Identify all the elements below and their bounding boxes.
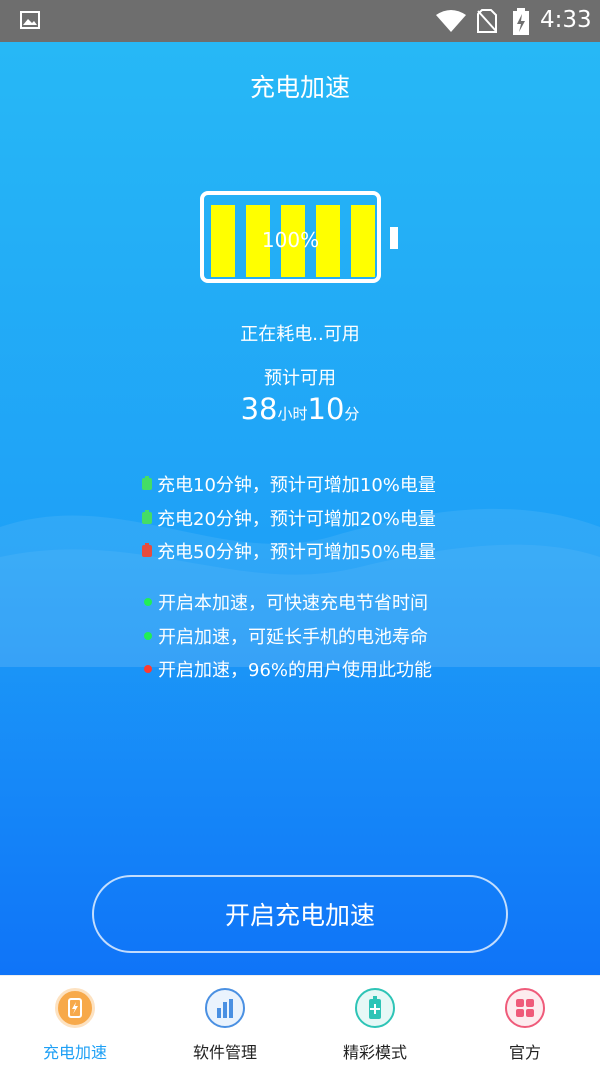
battery-tip — [390, 227, 398, 249]
charge-icon — [55, 988, 95, 1028]
start-charge-boost-button[interactable]: 开启充电加速 — [92, 875, 508, 953]
wifi-icon — [436, 10, 466, 32]
feature-tip: 开启加速，可延长手机的电池寿命 — [142, 624, 428, 648]
tab-wonderful-mode[interactable]: 精彩模式 — [300, 976, 450, 1068]
tab-official[interactable]: 官方 — [450, 976, 600, 1068]
grid-icon — [505, 988, 545, 1028]
estimate-label: 预计可用 — [264, 368, 336, 389]
charge-tip-text: 充电50分钟，预计可增加50%电量 — [157, 542, 436, 563]
estimate-minutes-unit: 分 — [344, 405, 360, 423]
charge-tip: 充电50分钟，预计可增加50%电量 — [142, 539, 436, 563]
bullet-dot-icon — [144, 665, 152, 673]
charge-tip-text: 充电20分钟，预计可增加20%电量 — [157, 509, 436, 530]
no-sim-icon — [477, 9, 497, 33]
bullet-dot-icon — [144, 598, 152, 606]
battery-gauge: 100% — [200, 191, 381, 283]
battery-percent: 100% — [261, 228, 320, 252]
estimate-time: 38小时10分 — [0, 392, 600, 426]
charge-tip: 充电20分钟，预计可增加20%电量 — [142, 506, 436, 530]
charge-tip: 充电10分钟，预计可增加10%电量 — [142, 472, 436, 496]
feature-tip: 开启本加速，可快速充电节省时间 — [142, 590, 428, 614]
status-bar: 4:33 — [0, 0, 600, 42]
mini-battery-icon — [142, 476, 152, 490]
feature-tip-text: 开启加速，可延长手机的电池寿命 — [158, 627, 428, 648]
tab-label: 精彩模式 — [342, 1043, 407, 1062]
tab-label: 充电加速 — [42, 1043, 107, 1062]
estimate-hours: 38 — [240, 392, 278, 426]
clock: 4:33 — [540, 7, 592, 33]
mini-battery-icon — [142, 510, 152, 524]
battery-charging-icon — [513, 8, 529, 35]
bottom-tab-bar: 充电加速 软件管理 精彩模式 官方 — [0, 975, 600, 1068]
estimate-minutes: 10 — [307, 392, 345, 426]
tab-charge-boost[interactable]: 充电加速 — [0, 976, 150, 1068]
feature-tip-text: 开启本加速，可快速充电节省时间 — [158, 593, 428, 614]
tab-label: 官方 — [508, 1043, 541, 1062]
battery-mode-icon — [355, 988, 395, 1028]
feature-tip: 开启加速，96%的用户使用此功能 — [142, 657, 432, 681]
main-panel: 充电加速 100% 正在耗电..可用 预计可用 38小时10分 充电10分钟，预… — [0, 42, 600, 975]
bullet-dot-icon — [144, 632, 152, 640]
feature-tip-text: 开启加速，96%的用户使用此功能 — [158, 660, 433, 681]
charge-tip-text: 充电10分钟，预计可增加10%电量 — [157, 475, 436, 496]
page-title: 充电加速 — [249, 73, 350, 102]
bar-chart-icon — [205, 988, 245, 1028]
mini-battery-icon — [142, 543, 152, 557]
estimate-hours-unit: 小时 — [277, 405, 308, 423]
tab-label: 软件管理 — [192, 1043, 257, 1062]
tab-software-management[interactable]: 软件管理 — [150, 976, 300, 1068]
image-icon — [20, 11, 40, 29]
battery-status-text: 正在耗电..可用 — [240, 324, 360, 345]
